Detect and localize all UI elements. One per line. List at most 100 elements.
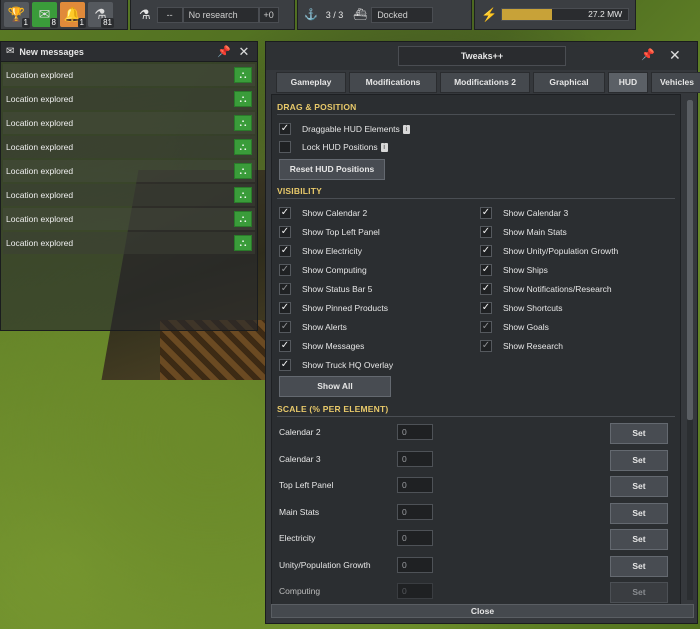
explore-action-icon[interactable]: ⛬ — [234, 163, 252, 179]
set-button[interactable]: Set — [610, 529, 668, 550]
set-button[interactable]: Set — [610, 555, 668, 577]
messages-envelope-icon[interactable]: ✉ 8 — [32, 2, 58, 28]
set-button[interactable]: Set — [610, 502, 668, 524]
visibility-checkbox-row[interactable]: ✓ Show Unity/Population Growth — [480, 244, 618, 258]
set-button[interactable]: Set — [610, 449, 668, 471]
close-icon[interactable]: ✕ — [237, 44, 251, 59]
visibility-checkbox-row[interactable]: ✓ Show Truck HQ Overlay — [279, 358, 393, 372]
visibility-checkbox-row[interactable]: ✓ Show Alerts — [279, 320, 347, 334]
set-button[interactable]: Set — [610, 476, 668, 497]
checkbox[interactable]: ✓ — [279, 321, 291, 333]
visibility-checkbox-row[interactable]: ✓ Show Research — [480, 339, 563, 353]
checkbox[interactable]: ✓ — [279, 123, 291, 135]
message-row[interactable]: Location explored ⛬ — [3, 112, 255, 134]
pin-icon[interactable]: 📌 — [217, 45, 231, 59]
checkbox[interactable]: ✓ — [279, 340, 291, 352]
ship-group[interactable]: ⚓ 3 / 3 ⛴ Docked — [297, 0, 472, 30]
checkbox[interactable]: ✓ — [480, 340, 492, 352]
checkbox[interactable]: ✓ — [480, 283, 492, 295]
checkbox[interactable] — [279, 141, 291, 153]
tab-hud[interactable]: HUD — [608, 72, 648, 93]
message-row[interactable]: Location explored ⛬ — [3, 64, 255, 86]
visibility-checkbox-row[interactable]: ✓ Show Notifications/Research — [480, 282, 612, 296]
visibility-checkbox-row[interactable]: ✓ Show Main Stats — [480, 225, 567, 239]
tab-vehicles[interactable]: Vehicles — [651, 72, 700, 93]
checkbox-draggable[interactable]: ✓ Draggable HUD Elements i — [279, 122, 410, 136]
explore-action-icon[interactable]: ⛬ — [234, 115, 252, 131]
explore-action-icon[interactable]: ⛬ — [234, 139, 252, 155]
visibility-checkbox-row[interactable]: ✓ Show Top Left Panel — [279, 225, 380, 239]
message-text: Location explored — [6, 166, 74, 176]
info-icon[interactable]: i — [402, 124, 410, 134]
explore-action-icon[interactable]: ⛬ — [234, 91, 252, 107]
scale-input[interactable]: 0 — [397, 450, 433, 467]
checkbox[interactable]: ✓ — [279, 264, 291, 276]
set-button[interactable]: Set — [610, 423, 668, 444]
checkbox[interactable]: ✓ — [480, 302, 492, 314]
message-row[interactable]: Location explored ⛬ — [3, 208, 255, 230]
tab-graphical[interactable]: Graphical — [533, 72, 605, 93]
close-button[interactable]: Close — [271, 604, 694, 618]
explore-action-icon[interactable]: ⛬ — [234, 187, 252, 203]
notifications-badge: 1 — [77, 18, 86, 28]
checkbox[interactable]: ✓ — [480, 321, 492, 333]
scrollbar-thumb[interactable] — [687, 100, 693, 420]
message-row[interactable]: Location explored ⛬ — [3, 136, 255, 158]
tab-modifications[interactable]: Modifications — [349, 72, 437, 93]
reset-hud-button[interactable]: Reset HUD Positions — [279, 159, 385, 180]
explore-action-icon[interactable]: ⛬ — [234, 211, 252, 227]
checkbox[interactable]: ✓ — [480, 245, 492, 257]
tab-modifications-2[interactable]: Modifications 2 — [440, 72, 530, 93]
message-row[interactable]: Location explored ⛬ — [3, 160, 255, 182]
trophy-icon[interactable]: 🏆 1 — [4, 2, 30, 28]
checkbox[interactable]: ✓ — [279, 359, 291, 371]
window-titlebar[interactable]: Tweaks++ 📌 ✕ — [266, 42, 697, 70]
close-icon[interactable]: ✕ — [669, 47, 687, 65]
checkbox[interactable]: ✓ — [480, 226, 492, 238]
pin-icon[interactable]: 📌 — [641, 48, 657, 64]
checkbox[interactable]: ✓ — [279, 226, 291, 238]
research-group[interactable]: ⚗ -- No research +0 — [130, 0, 295, 30]
checkbox[interactable]: ✓ — [279, 207, 291, 219]
message-row[interactable]: Location explored ⛬ — [3, 184, 255, 206]
checkbox-lock[interactable]: Lock HUD Positions i — [279, 140, 388, 154]
visibility-checkbox-row[interactable]: ✓ Show Goals — [480, 320, 549, 334]
info-icon[interactable]: i — [380, 142, 388, 152]
checkbox-label: Show Calendar 2 — [302, 208, 368, 218]
visibility-checkbox-row[interactable]: ✓ Show Status Bar 5 — [279, 282, 372, 296]
message-row[interactable]: Location explored ⛬ — [3, 232, 255, 254]
scale-row: Unity/Population Growth 0 Set — [279, 555, 679, 577]
flask-icon[interactable]: ⚗ 81 — [88, 2, 114, 28]
visibility-checkbox-row[interactable]: ✓ Show Pinned Products — [279, 301, 388, 315]
ship-status: Docked — [371, 6, 434, 23]
visibility-checkbox-row[interactable]: ✓ Show Shortcuts — [480, 301, 563, 315]
visibility-checkbox-row[interactable]: ✓ Show Ships — [480, 263, 548, 277]
tab-gameplay[interactable]: Gameplay — [276, 72, 346, 93]
checkbox[interactable]: ✓ — [480, 207, 492, 219]
scale-input[interactable]: 0 — [397, 583, 433, 599]
power-group[interactable]: ⚡ 27.2 MW — [474, 0, 636, 30]
scale-input[interactable]: 0 — [397, 503, 433, 520]
checkbox[interactable]: ✓ — [279, 245, 291, 257]
checkbox[interactable]: ✓ — [279, 283, 291, 295]
visibility-checkbox-row[interactable]: ✓ Show Messages — [279, 339, 364, 353]
scale-input[interactable]: 0 — [397, 556, 433, 573]
scale-input[interactable]: 0 — [397, 424, 433, 440]
visibility-checkbox-row[interactable]: ✓ Show Calendar 3 — [480, 206, 568, 220]
show-all-button[interactable]: Show All — [279, 376, 391, 397]
bell-icon[interactable]: 🔔 1 — [60, 2, 86, 28]
scale-input[interactable]: 0 — [397, 530, 433, 546]
visibility-checkbox-row[interactable]: ✓ Show Calendar 2 — [279, 206, 367, 220]
set-button[interactable]: Set — [610, 582, 668, 603]
message-row[interactable]: Location explored ⛬ — [3, 88, 255, 110]
scale-label: Main Stats — [279, 506, 320, 517]
scale-input[interactable]: 0 — [397, 477, 433, 493]
visibility-checkbox-row[interactable]: ✓ Show Electricity — [279, 244, 362, 258]
explore-action-icon[interactable]: ⛬ — [234, 67, 252, 83]
divider — [277, 198, 675, 199]
checkbox[interactable]: ✓ — [279, 302, 291, 314]
explore-action-icon[interactable]: ⛬ — [234, 235, 252, 251]
scrollbar[interactable] — [687, 100, 693, 600]
checkbox[interactable]: ✓ — [480, 264, 492, 276]
visibility-checkbox-row[interactable]: ✓ Show Computing — [279, 263, 367, 277]
